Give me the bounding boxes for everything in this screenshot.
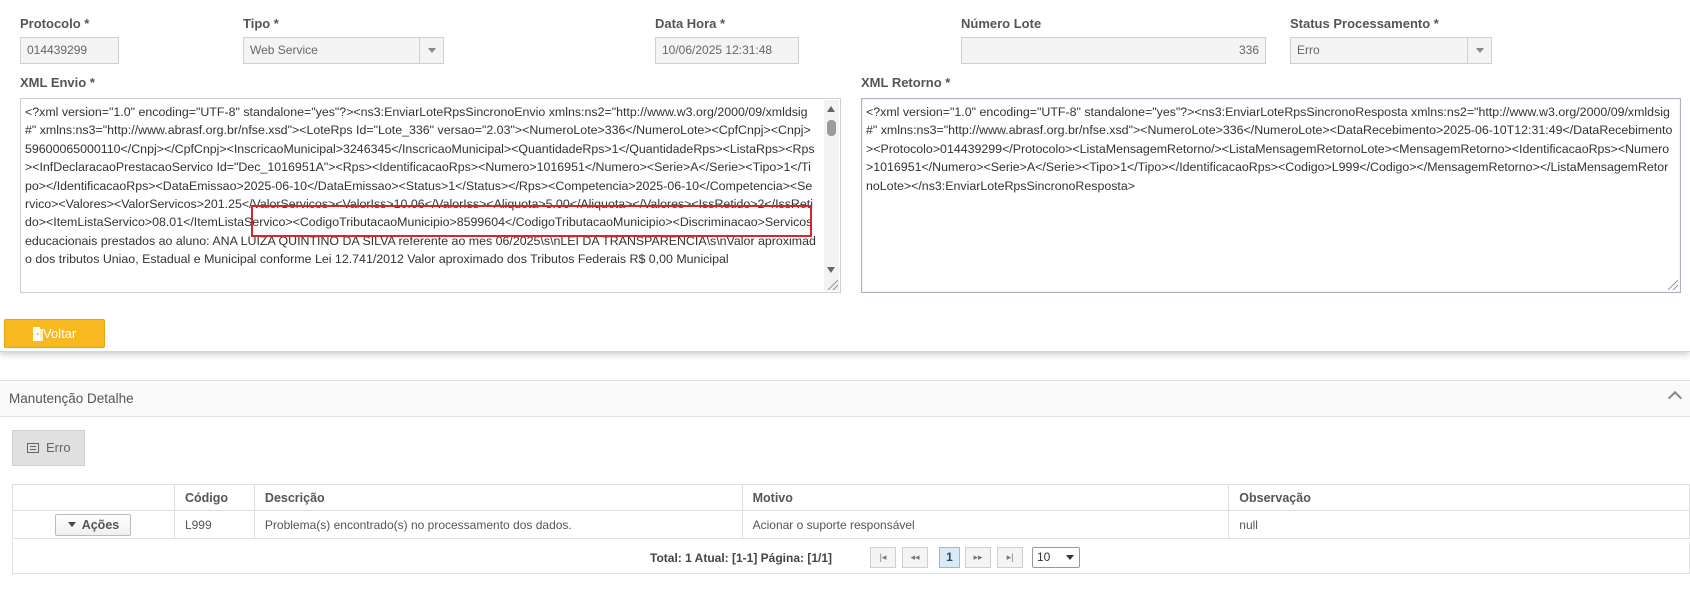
voltar-button[interactable]: Voltar: [4, 319, 105, 348]
xml-envio-text: <?xml version="1.0" encoding="UTF-8" sta…: [25, 105, 816, 267]
status-label: Status Processamento *: [1290, 16, 1439, 31]
xml-retorno-text: <?xml version="1.0" encoding="UTF-8" sta…: [866, 105, 1673, 193]
voltar-label: Voltar: [43, 326, 77, 341]
erro-tab-label: Erro: [46, 440, 71, 455]
col-header-acoes: [12, 484, 175, 511]
status-select[interactable]: Erro: [1290, 37, 1492, 64]
scroll-down-icon[interactable]: [827, 267, 835, 273]
detail-title: Manutenção Detalhe: [9, 391, 134, 406]
erro-table: Código Descrição Motivo Observação Ações…: [12, 484, 1690, 539]
page-size-select[interactable]: 10: [1032, 547, 1080, 568]
col-header-observacao[interactable]: Observação: [1228, 484, 1690, 511]
observacao-cell: null: [1228, 510, 1690, 539]
protocolo-label: Protocolo *: [20, 16, 90, 31]
motivo-cell: Acionar o suporte responsável: [741, 510, 1230, 539]
acoes-cell: Ações: [12, 510, 175, 539]
table-row[interactable]: Ações L999 Problema(s) encontrado(s) no …: [12, 510, 1690, 539]
chevron-up-icon[interactable]: [1667, 390, 1683, 406]
col-header-motivo[interactable]: Motivo: [741, 484, 1230, 511]
numero-lote-label: Número Lote: [961, 16, 1042, 31]
col-header-codigo[interactable]: Código: [173, 484, 255, 511]
table-header-row: Código Descrição Motivo Observação: [12, 484, 1690, 511]
xml-envio-scrollbar[interactable]: [824, 100, 839, 291]
xml-retorno-label: XML Retorno *: [861, 75, 951, 90]
tipo-select[interactable]: Web Service: [243, 37, 444, 64]
acoes-label: Ações: [81, 517, 120, 532]
descricao-cell: Problema(s) encontrado(s) no processamen…: [253, 510, 743, 539]
scroll-thumb[interactable]: [827, 120, 836, 136]
status-value: Erro: [1297, 43, 1320, 57]
data-hora-label: Data Hora *: [655, 16, 726, 31]
xml-envio-textarea[interactable]: <?xml version="1.0" encoding="UTF-8" sta…: [20, 98, 841, 293]
list-icon: [27, 443, 39, 453]
col-header-descricao[interactable]: Descrição: [253, 484, 743, 511]
codigo-cell: L999: [173, 510, 255, 539]
next-page-icon[interactable]: ▸▸: [965, 547, 991, 568]
resize-grip-icon[interactable]: [828, 280, 838, 290]
detail-section-header[interactable]: Manutenção Detalhe: [0, 380, 1690, 417]
resize-grip-icon[interactable]: [1668, 280, 1678, 290]
tipo-value: Web Service: [250, 43, 318, 57]
erro-tab-button[interactable]: Erro: [12, 430, 85, 466]
xml-envio-label: XML Envio *: [20, 75, 95, 90]
protocolo-input[interactable]: 014439299: [20, 37, 119, 64]
caret-down-icon: [67, 521, 76, 527]
xml-retorno-textarea[interactable]: <?xml version="1.0" encoding="UTF-8" sta…: [861, 98, 1681, 293]
form-panel: Protocolo * Tipo * Data Hora * Número Lo…: [0, 0, 1690, 352]
acoes-button[interactable]: Ações: [55, 513, 132, 536]
chevron-down-icon[interactable]: [419, 38, 443, 63]
numero-lote-input[interactable]: 336: [961, 37, 1266, 64]
data-hora-input[interactable]: 10/06/2025 12:31:48: [655, 37, 799, 64]
prev-page-icon[interactable]: ◂◂: [902, 547, 928, 568]
door-exit-icon: [33, 327, 43, 341]
first-page-icon[interactable]: |◂: [870, 547, 896, 568]
chevron-down-icon[interactable]: [1467, 38, 1491, 63]
last-page-icon[interactable]: ▸|: [997, 547, 1023, 568]
page-button[interactable]: 1: [939, 547, 960, 568]
scroll-up-icon[interactable]: [827, 106, 835, 112]
pager-summary: Total: 1 Atual: [1-1] Página: [1/1]: [650, 551, 833, 565]
tipo-label: Tipo *: [243, 16, 279, 31]
pager: Total: 1 Atual: [1-1] Página: [1/1] |◂ ◂…: [12, 542, 1690, 574]
